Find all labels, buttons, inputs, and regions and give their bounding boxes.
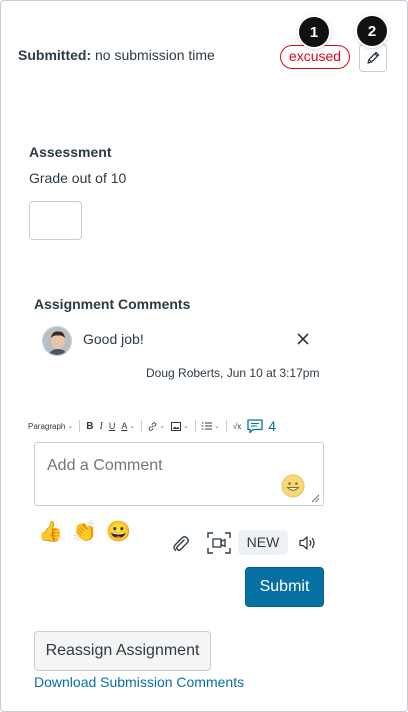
submitted-label: Submitted:	[18, 47, 92, 63]
text-color-label: A	[121, 421, 128, 431]
bold-button[interactable]: B	[86, 421, 93, 432]
comment-count: 4	[268, 418, 277, 434]
excused-status-badge: excused	[280, 45, 350, 69]
avatar	[42, 326, 72, 356]
image-icon	[171, 421, 182, 431]
speaker-icon[interactable]	[298, 534, 318, 552]
chevron-down-icon: ⌄	[183, 423, 189, 430]
chevron-down-icon: ⌄	[129, 423, 136, 430]
media-capture-icon[interactable]	[207, 532, 231, 554]
delete-comment-button[interactable]	[294, 330, 312, 348]
toolbar-divider	[141, 420, 143, 432]
chevron-down-icon: ⌄	[67, 423, 74, 430]
reassign-assignment-button[interactable]: Reassign Assignment	[34, 631, 211, 671]
paperclip-icon[interactable]	[171, 534, 191, 554]
italic-button[interactable]: I	[99, 421, 102, 432]
comments-heading: Assignment Comments	[34, 296, 191, 312]
text-color-button[interactable]: A ⌄	[121, 421, 135, 431]
image-button[interactable]: ⌄	[171, 421, 189, 431]
list-icon	[201, 422, 212, 430]
thumbs-up-emoji[interactable]: 👍	[38, 519, 63, 543]
math-equation-button[interactable]: √x	[233, 422, 241, 431]
comment-placeholder: Add a Comment	[47, 457, 163, 474]
emoji-face-icon[interactable]	[281, 474, 305, 498]
toolbar-divider	[225, 420, 227, 432]
link-button[interactable]: ⌄	[148, 421, 166, 431]
clapping-emoji[interactable]: 👏	[72, 519, 97, 543]
list-button[interactable]: ⌄	[201, 422, 220, 430]
pencil-icon	[367, 51, 380, 64]
comment-meta: Doug Roberts, Jun 10 at 3:17pm	[146, 366, 320, 380]
comment-text: Good job!	[83, 331, 144, 347]
download-submission-comments-link[interactable]: Download Submission Comments	[34, 674, 244, 690]
paragraph-format-select[interactable]: Paragraph ⌄	[28, 422, 73, 431]
toolbar-divider	[79, 420, 81, 432]
submit-comment-button[interactable]: Submit	[245, 567, 324, 607]
chevron-down-icon: ⌄	[159, 423, 166, 430]
link-icon	[148, 421, 157, 431]
emoji-quick-picker: 👍 👏 😀	[38, 519, 131, 543]
speedgrader-panel	[0, 0, 408, 712]
grinning-emoji[interactable]: 😀	[106, 519, 131, 543]
chevron-down-icon: ⌄	[213, 423, 220, 430]
grade-input[interactable]	[29, 201, 82, 240]
edit-status-button[interactable]	[359, 44, 387, 72]
assessment-heading: Assessment	[29, 144, 112, 160]
underline-button[interactable]: U	[109, 421, 116, 431]
comment-icon	[247, 418, 263, 433]
close-icon	[297, 333, 309, 345]
callout-marker-1: 1	[299, 17, 329, 47]
callout-marker-2: 2	[357, 16, 387, 46]
new-feature-badge[interactable]: NEW	[238, 530, 288, 555]
submission-time: no submission time	[95, 47, 215, 63]
resize-grip-icon[interactable]	[311, 494, 320, 503]
comment-count-button[interactable]: 4	[247, 418, 276, 434]
paragraph-label: Paragraph	[28, 421, 66, 431]
toolbar-divider	[194, 420, 196, 432]
submission-status: Submitted: no submission time	[18, 47, 215, 63]
editor-toolbar: Paragraph ⌄ B I U A ⌄ ⌄ ⌄ ⌄ √x 4	[28, 416, 276, 436]
grade-label: Grade out of 10	[29, 170, 127, 186]
